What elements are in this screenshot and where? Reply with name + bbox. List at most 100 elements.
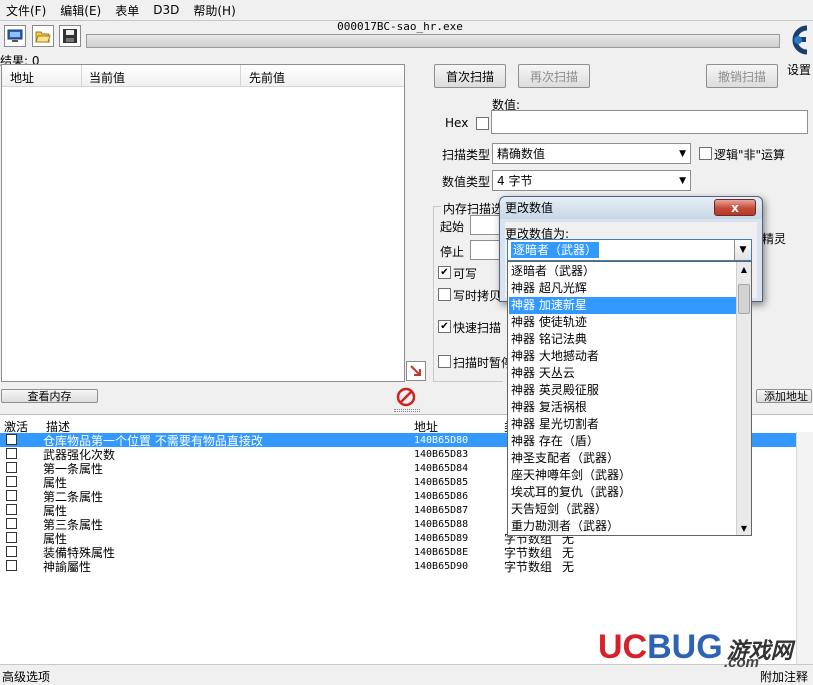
dropdown-item[interactable]: 神器 英灵殿征服	[509, 382, 737, 399]
not-operator-checkbox[interactable]	[699, 147, 712, 160]
menu-edit[interactable]: 编辑(E)	[60, 2, 101, 19]
menu-bar: 文件(F) 编辑(E) 表单 D3D 帮助(H)	[0, 0, 813, 20]
dropdown-item[interactable]: 神器 复活祸根	[509, 399, 737, 416]
add-address-manually-button[interactable]: 添加地址	[756, 389, 812, 403]
dropdown-item[interactable]: 神器 存在（盾）	[509, 433, 737, 450]
table-row[interactable]: 神諭屬性 140B65D90 字节数组无	[0, 559, 796, 574]
pause-while-scanning-label: 扫描时暂停	[453, 356, 514, 370]
new-value-combobox[interactable]: 逐暗者（武器） ▼	[507, 239, 752, 261]
active-checkbox[interactable]	[6, 434, 17, 445]
menu-table[interactable]: 表单	[115, 2, 139, 19]
row-description: 神諭屬性	[43, 559, 92, 574]
menu-d3d[interactable]: D3D	[153, 3, 179, 17]
advanced-options-button[interactable]: 高级选项	[2, 668, 50, 685]
row-address: 140B65D89	[414, 532, 469, 544]
value-input[interactable]	[491, 110, 808, 134]
active-checkbox[interactable]	[6, 504, 17, 515]
active-checkbox[interactable]	[6, 490, 17, 501]
dropdown-item[interactable]: 神器 超凡光辉	[509, 280, 737, 297]
dropdown-item[interactable]: 神圣支配者（武器）	[509, 450, 737, 467]
results-list[interactable]: 地址 当前值 先前值	[1, 64, 405, 382]
chevron-down-icon: ▼	[679, 148, 686, 159]
scan-type-label: 扫描类型	[442, 148, 491, 162]
active-checkbox[interactable]	[6, 532, 17, 543]
dialog-close-button[interactable]: x	[714, 199, 756, 216]
writable-label: 可写	[453, 267, 478, 281]
dropdown-item[interactable]: 神器 星光切割者	[509, 416, 737, 433]
active-checkbox[interactable]	[6, 476, 17, 487]
results-col-current[interactable]: 当前值	[89, 69, 125, 86]
row-value: 无	[562, 559, 575, 574]
add-to-address-list-button[interactable]	[406, 361, 426, 381]
dropdown-item[interactable]: 神器 铭记法典	[509, 331, 737, 348]
dropdown-item[interactable]: 神器 加速新星	[509, 297, 737, 314]
hex-checkbox[interactable]	[476, 117, 489, 130]
scroll-up-icon[interactable]: ▲	[737, 262, 751, 276]
active-checkbox[interactable]	[6, 560, 17, 571]
save-button[interactable]	[59, 25, 81, 47]
scroll-down-icon[interactable]: ▼	[737, 521, 751, 535]
copy-on-write-checkbox[interactable]	[438, 288, 451, 301]
writable-checkbox[interactable]: ✔	[438, 266, 451, 279]
fast-scan-checkbox[interactable]: ✔	[438, 320, 451, 333]
open-process-button[interactable]	[4, 25, 26, 47]
hex-label: Hex	[445, 116, 469, 130]
new-value-text[interactable]: 逐暗者（武器）	[511, 242, 600, 258]
row-address: 140B65D88	[414, 518, 469, 530]
floppy-disk-icon	[63, 29, 77, 43]
row-address: 140B65D90	[414, 560, 469, 572]
active-checkbox[interactable]	[6, 448, 17, 459]
menu-help[interactable]: 帮助(H)	[193, 2, 235, 19]
computer-icon	[7, 29, 23, 42]
scan-type-select[interactable]: 精确数值 ▼	[492, 143, 691, 164]
speedhack-label: 精灵	[762, 232, 787, 246]
dropdown-item[interactable]: 座天神噂年剑（武器）	[509, 467, 737, 484]
copy-on-write-label: 写时拷贝	[453, 289, 502, 303]
settings-label[interactable]: 设置	[787, 61, 811, 78]
address-table-scrollbar[interactable]	[796, 432, 813, 664]
menu-file[interactable]: 文件(F)	[6, 2, 46, 19]
dropdown-item[interactable]: 埃忒耳的复仇（武器）	[509, 484, 737, 501]
active-checkbox[interactable]	[6, 546, 17, 557]
arrow-down-right-icon	[410, 365, 421, 376]
scroll-thumb[interactable]	[738, 284, 750, 314]
process-name: 000017BC-sao_hr.exe	[337, 20, 463, 33]
dropdown-item[interactable]: 神器 天丛云	[509, 365, 737, 382]
cheat-engine-logo[interactable]	[784, 22, 812, 58]
watermark-url: .com	[724, 654, 760, 671]
results-col-address[interactable]: 地址	[10, 69, 34, 86]
start-label: 起始	[440, 220, 465, 234]
row-address: 140B65D83	[414, 448, 469, 460]
dropdown-item[interactable]: 逐暗者（武器）	[509, 263, 737, 280]
value-type-select[interactable]: 4 字节 ▼	[492, 170, 691, 191]
dropdown-item[interactable]: 天告短剑（武器）	[509, 501, 737, 518]
column-divider	[240, 65, 241, 87]
row-address: 140B65D84	[414, 462, 469, 474]
row-address: 140B65D86	[414, 490, 469, 502]
first-scan-button[interactable]: 首次扫描	[434, 64, 506, 88]
undo-scan-button[interactable]: 撤销扫描	[706, 64, 778, 88]
stop-label: 停止	[440, 245, 465, 259]
dropdown-item[interactable]: 重力勘测者（武器）	[509, 518, 737, 535]
results-col-previous[interactable]: 先前值	[249, 69, 285, 86]
row-address: 140B65D85	[414, 476, 469, 488]
splitter-grip[interactable]	[394, 409, 420, 412]
table-extras-button[interactable]: 附加注释	[760, 668, 808, 685]
view-memory-button[interactable]: 查看内存	[1, 389, 98, 403]
active-checkbox[interactable]	[6, 518, 17, 529]
dropdown-item[interactable]: 神器 大地撼动者	[509, 348, 737, 365]
pause-while-scanning-checkbox[interactable]	[438, 355, 451, 368]
table-row[interactable]: 装備特殊属性 140B65D8E 字节数组无	[0, 545, 796, 560]
stop-icon[interactable]	[396, 387, 416, 407]
cheat-engine-logo-icon	[792, 25, 808, 55]
folder-open-icon	[35, 31, 51, 43]
dropdown-scrollbar[interactable]: ▲ ▼	[736, 262, 751, 535]
dropdown-item[interactable]: 神器 使徒轨迹	[509, 314, 737, 331]
fast-scan-label: 快速扫描	[453, 321, 502, 335]
chevron-down-icon[interactable]: ▼	[734, 240, 751, 260]
value-dropdown-list[interactable]: 逐暗者（武器） 神器 超凡光辉 神器 加速新星 神器 使徒轨迹 神器 铭记法典 神器 大地…	[507, 261, 752, 536]
open-file-button[interactable]	[32, 25, 54, 47]
row-address: 140B65D87	[414, 504, 469, 516]
next-scan-button[interactable]: 再次扫描	[518, 64, 590, 88]
active-checkbox[interactable]	[6, 462, 17, 473]
